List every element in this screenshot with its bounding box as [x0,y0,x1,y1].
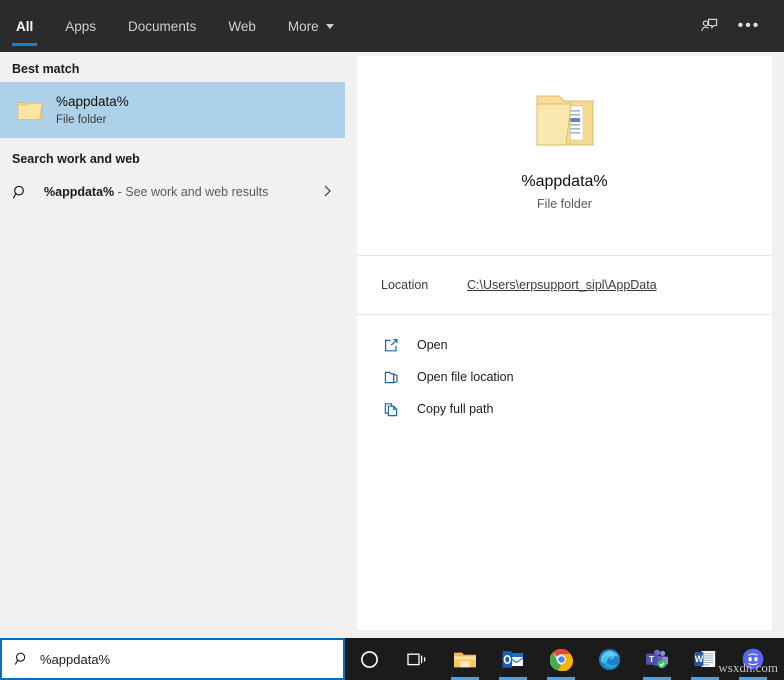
edge-icon[interactable] [585,638,633,680]
file-explorer-icon[interactable] [441,638,489,680]
tab-all[interactable]: All [0,0,49,52]
svg-text:W: W [695,654,704,664]
search-icon [12,184,38,201]
location-label: Location [357,278,467,292]
outlook-icon[interactable] [489,638,537,680]
web-result-item[interactable]: %appdata% - See work and web results [0,172,345,212]
open-external-icon [383,337,413,354]
cortana-circle-icon[interactable] [345,638,393,680]
tab-documents[interactable]: Documents [112,0,212,52]
tab-apps-label: Apps [65,19,96,34]
header-actions: ••• [692,9,784,43]
tab-web-label: Web [228,19,256,34]
person-feedback-icon[interactable] [692,9,726,43]
folder-icon [12,95,48,125]
discord-icon[interactable] [729,638,777,680]
tab-documents-label: Documents [128,19,196,34]
tab-more-label: More [288,19,319,34]
folder-open-icon [383,369,413,386]
result-item-text: %appdata% File folder [56,93,129,128]
tab-web[interactable]: Web [212,0,272,52]
action-open-label: Open [417,338,448,352]
action-copy-full-path[interactable]: Copy full path [357,393,772,425]
word-icon[interactable]: W [681,638,729,680]
search-input-value: %appdata% [40,652,110,667]
chevron-right-icon[interactable] [322,184,333,201]
large-folder-icon [529,86,601,157]
results-area: Best match %appdata% File folder [0,52,784,638]
result-item-appdata[interactable]: %appdata% File folder [0,82,345,138]
location-row: Location C:\Users\erpsupport_sipl\AppDat… [357,256,772,314]
ellipsis-icon[interactable]: ••• [732,9,766,43]
results-list-pane: Best match %appdata% File folder [0,52,345,638]
svg-text:T: T [648,654,654,664]
action-open-file-location-label: Open file location [417,370,514,384]
action-copy-full-path-label: Copy full path [417,402,493,416]
search-input[interactable]: %appdata% [0,638,345,680]
search-icon [14,651,30,667]
taskbar-icons: T W [345,638,784,680]
task-view-icon[interactable] [393,638,441,680]
web-result-suffix: - See work and web results [114,185,268,199]
action-open-file-location[interactable]: Open file location [357,361,772,393]
teams-icon[interactable]: T [633,638,681,680]
chrome-icon[interactable] [537,638,585,680]
preview-pane: %appdata% File folder Location C:\Users\… [357,56,772,630]
preview-title: %appdata% [521,173,607,191]
web-result-label: %appdata% - See work and web results [44,185,268,199]
web-section-heading: Search work and web [0,138,345,172]
action-open[interactable]: Open [357,329,772,361]
action-list: Open Open file location [357,315,772,425]
tab-apps[interactable]: Apps [49,0,112,52]
copy-icon [383,401,413,418]
web-result-query: %appdata% [44,185,114,199]
best-match-heading: Best match [0,52,345,82]
tab-all-label: All [16,19,33,34]
preview-type: File folder [537,197,592,211]
search-tabs: All Apps Documents Web More [0,0,350,52]
result-item-title: %appdata% [56,93,129,110]
location-link[interactable]: C:\Users\erpsupport_sipl\AppData [467,278,657,292]
chevron-down-icon [326,24,334,29]
tab-more[interactable]: More [272,0,350,52]
preview-hero: %appdata% File folder [357,56,772,211]
result-item-subtitle: File folder [56,112,129,128]
search-overlay: All Apps Documents Web More [0,0,784,680]
search-header: All Apps Documents Web More [0,0,784,52]
